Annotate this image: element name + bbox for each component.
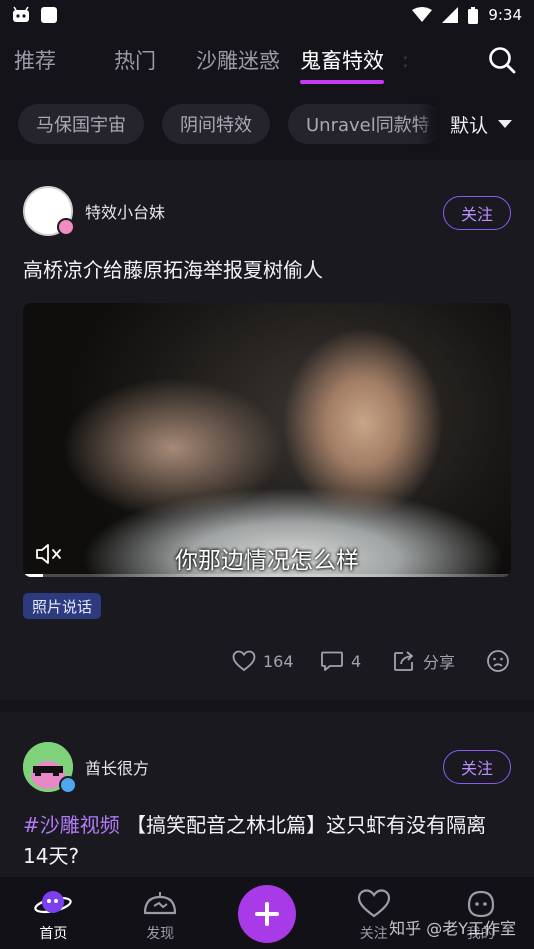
sort-dropdown[interactable]: 默认 — [435, 102, 534, 146]
plus-icon — [255, 902, 279, 926]
share-icon — [394, 651, 413, 671]
video-subtitle: 你那边情况怎么样 — [175, 548, 359, 574]
tab-overflow[interactable]: : — [402, 48, 409, 72]
nav-discover[interactable]: 发现 — [107, 877, 214, 949]
creator-badge-icon — [57, 218, 75, 236]
author-name[interactable]: 特效小台妹 — [85, 199, 165, 223]
post-actions: 164 4 分享 — [0, 644, 534, 678]
follow-button[interactable]: 关注 — [443, 196, 511, 230]
nav-home-label: 首页 — [39, 926, 68, 942]
like-button[interactable]: 164 — [232, 650, 294, 672]
nav-follow-label: 关注 — [359, 926, 388, 942]
tab-kichiku-effects[interactable]: 鬼畜特效 — [286, 45, 398, 84]
tab-funny[interactable]: 沙雕迷惑 — [182, 45, 294, 75]
author-row: 特效小台妹 — [23, 186, 165, 236]
hashtag-link[interactable]: #沙雕视频 — [23, 813, 120, 837]
video-player[interactable]: 你那边情况怎么样 — [23, 303, 511, 577]
wifi-icon — [412, 7, 433, 22]
signal-icon — [442, 7, 459, 23]
avatar[interactable] — [23, 186, 75, 236]
android-notification-icon — [13, 6, 29, 22]
dislike-button[interactable] — [486, 649, 510, 673]
author-row: 酋长很方 — [23, 742, 149, 794]
home-planet-icon — [34, 891, 73, 914]
heart-icon — [232, 650, 256, 672]
like-count: 164 — [263, 651, 294, 671]
create-post-button[interactable] — [238, 885, 296, 943]
battery-icon — [468, 6, 479, 24]
post-title[interactable]: 高桥凉介给藤原拓海举报夏树偷人 — [23, 255, 511, 286]
bottom-nav-bar: 首页 发现 关注 我的 知乎 @老Y工作室 — [0, 877, 534, 949]
post-title[interactable]: #沙雕视频 【搞笑配音之林北篇】这只虾有没有隔离14天? — [23, 810, 511, 872]
heart-icon — [357, 889, 390, 918]
filter-chip-bar: 马保国宇宙 阴间特效 Unravel同款特 默认 — [0, 102, 534, 146]
status-time: 9:34 — [488, 6, 522, 24]
nav-home[interactable]: 首页 — [0, 877, 107, 949]
share-label: 分享 — [423, 653, 456, 672]
sad-face-icon — [487, 650, 509, 672]
notification-square-icon — [41, 7, 57, 23]
share-button[interactable]: 分享 — [392, 649, 455, 673]
chevron-down-icon — [498, 120, 512, 128]
author-name[interactable]: 酋长很方 — [85, 755, 149, 779]
nav-discover-label: 发现 — [146, 926, 175, 942]
discover-icon — [144, 892, 177, 915]
post-card[interactable]: 特效小台妹 关注 高桥凉介给藤原拓海举报夏树偷人 你那边情况怎么样 照片说话 1… — [0, 160, 534, 700]
chip-unravel[interactable]: Unravel同款特 — [288, 104, 444, 144]
video-progress-fill — [23, 574, 43, 577]
video-progress-bar[interactable] — [23, 574, 511, 577]
status-right: 9:34 — [412, 6, 522, 24]
comment-count: 4 — [351, 651, 362, 671]
tab-hot[interactable]: 热门 — [100, 45, 170, 75]
chip-ma-baoguo[interactable]: 马保国宇宙 — [18, 104, 144, 144]
download-badge-icon — [59, 776, 77, 794]
sort-label: 默认 — [449, 114, 488, 137]
comment-icon — [321, 651, 343, 671]
top-tab-bar: 推荐 热门 沙雕迷惑 鬼畜特效 : — [0, 36, 534, 84]
watermark-text: 知乎 @老Y工作室 — [389, 919, 516, 938]
status-left — [12, 6, 58, 24]
comment-button[interactable]: 4 — [320, 650, 361, 672]
avatar[interactable] — [23, 742, 77, 794]
tab-recommend[interactable]: 推荐 — [0, 45, 70, 75]
post-card[interactable]: 酋长很方 关注 #沙雕视频 【搞笑配音之林北篇】这只虾有没有隔离14天? — [0, 712, 534, 882]
follow-button[interactable]: 关注 — [443, 750, 511, 784]
search-icon[interactable] — [488, 46, 516, 74]
topic-tag[interactable]: 照片说话 — [23, 593, 102, 619]
chip-underworld-effects[interactable]: 阴间特效 — [162, 104, 270, 144]
status-bar: 9:34 — [0, 0, 534, 30]
